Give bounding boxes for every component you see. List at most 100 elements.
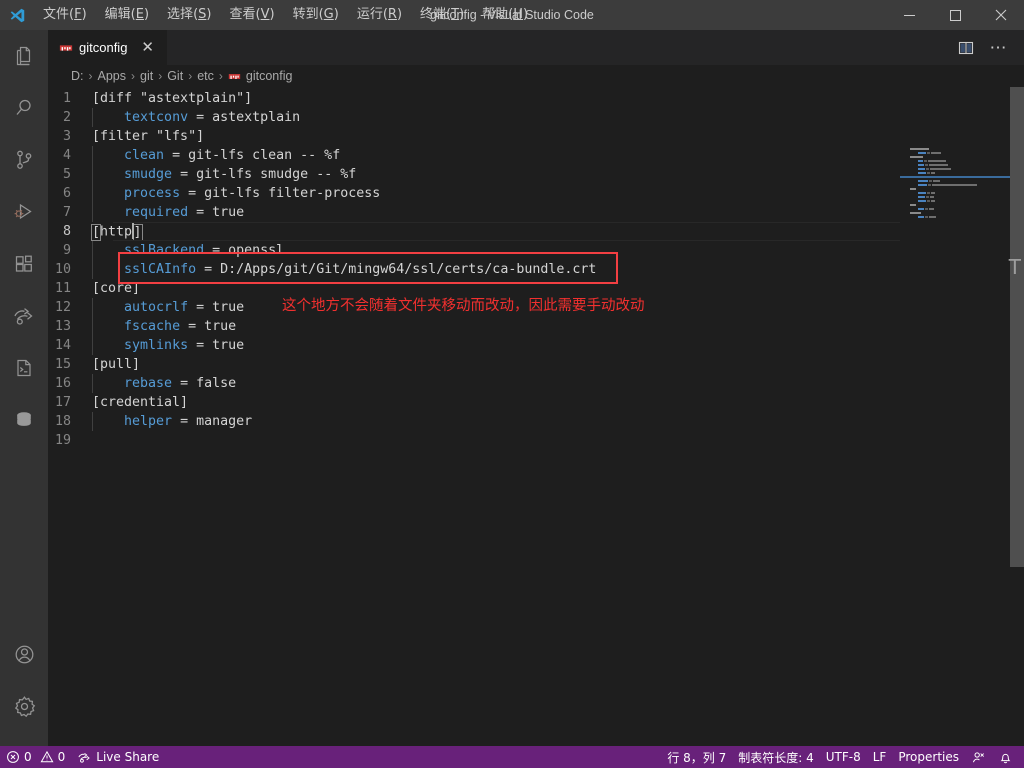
code-line[interactable]: 4 clean = git-lfs clean -- %f [48,146,1024,165]
code-line[interactable]: 14 symlinks = true [48,336,1024,355]
breadcrumb-separator-icon: › [188,69,193,83]
code-line[interactable]: 15 [pull] [48,355,1024,374]
code-line[interactable]: 16 rebase = false [48,374,1024,393]
breadcrumb-separator-icon: › [131,69,135,83]
menu-file[interactable]: 文件(F) [34,0,96,30]
breadcrumb-item-gitconfig[interactable]: gitconfig [226,69,295,83]
line-number: 19 [54,433,71,448]
close-button[interactable] [978,0,1024,30]
breadcrumb-item-apps[interactable]: Apps [96,69,129,83]
config-value: openssl [228,243,285,258]
minimap-token [931,191,935,194]
code-line[interactable]: 7 required = true [48,203,1024,222]
activity-settings[interactable] [0,680,48,732]
breadcrumb[interactable]: D: › Apps › git › Git › etc › gitconfig [48,65,1024,87]
minimap-token [926,195,929,198]
activity-live-share[interactable] [0,290,48,342]
code-line[interactable]: 17 [credential] [48,393,1024,412]
scrollbar-thumb[interactable] [1010,87,1024,567]
minimap-token [926,167,929,170]
code-line[interactable]: 10 sslCAInfo = D:/Apps/git/Git/mingw64/s… [48,260,1024,279]
editor-vertical-scrollbar[interactable] [1010,87,1024,746]
code-line[interactable]: 9 sslBackend = openssl [48,241,1024,260]
code-line[interactable]: 5 smudge = git-lfs smudge -- %f [48,165,1024,184]
split-editor-icon[interactable] [952,34,980,62]
menu-terminal[interactable]: 终端(T) [411,0,473,30]
code-line[interactable]: 2 textconv = astextplain [48,108,1024,127]
config-equals: = [164,148,189,163]
status-language-mode[interactable]: Properties [892,746,965,768]
code-line[interactable]: 19 [48,431,1024,450]
bell-icon[interactable] [992,746,1024,768]
code-line[interactable]: 3 [filter "lfs"] [48,127,1024,146]
menu-run[interactable]: 运行(R) [348,0,411,30]
minimap-line [910,207,1010,210]
line-number: 9 [62,243,71,258]
minimize-button[interactable] [886,0,932,30]
minimap-token [929,207,934,210]
editor-area: gitconfig ✕ ⋯ D: › Apps › git › Git › et… [48,30,1024,746]
code-editor[interactable]: 1 [diff "astextplain"] 2 textconv = astext… [48,87,1024,746]
config-equals: = [180,319,205,334]
minimap-token [931,171,935,174]
code-line-text: sslBackend = openssl [92,241,1024,260]
minimap-token [927,199,930,202]
indent-guide [92,374,93,393]
code-line[interactable]: 1 [diff "astextplain"] [48,89,1024,108]
activity-database[interactable] [0,394,48,446]
breadcrumb-item-etc[interactable]: etc [195,69,216,83]
config-key: sslBackend [124,243,205,258]
matching-bracket: [ [90,223,102,241]
minimap-line [910,171,1010,174]
config-value: git-lfs clean -- %f [188,148,341,163]
code-content[interactable]: 1 [diff "astextplain"] 2 textconv = astext… [48,87,1024,746]
code-line[interactable]: 6 process = git-lfs filter-process [48,184,1024,203]
editor-tab-close-icon[interactable]: ✕ [139,40,156,55]
activity-account[interactable] [0,628,48,680]
menu-view[interactable]: 查看(V) [220,0,283,30]
status-encoding[interactable]: UTF-8 [820,746,867,768]
status-live-share[interactable]: Live Share [71,746,165,768]
activity-extensions[interactable] [0,238,48,290]
menu-edit[interactable]: 编辑(E) [96,0,158,30]
breadcrumb-item-git[interactable]: Git [165,69,185,83]
code-line[interactable]: 8 [http] [48,222,1024,241]
code-line-text: [pull] [92,357,1024,372]
indent-guide [92,203,93,222]
breadcrumb-item-d[interactable]: D: [69,69,86,83]
minimap-token [929,215,936,218]
menu-help[interactable]: 帮助(H) [473,0,537,30]
code-line[interactable]: 13 fscache = true [48,317,1024,336]
code-line-text: smudge = git-lfs smudge -- %f [92,165,1024,184]
menu-bar[interactable]: 文件(F) 编辑(E) 选择(S) 查看(V) 转到(G) 运行(R) 终端(T) 帮助(H) [34,0,537,30]
breadcrumb-item-git[interactable]: git [138,69,155,83]
minimap-line [910,183,1010,186]
code-line[interactable]: 18 helper = manager [48,412,1024,431]
minimap[interactable] [900,87,1010,746]
config-value: true [212,338,245,353]
maximize-button[interactable] [932,0,978,30]
menu-selection[interactable]: 选择(S) [158,0,220,30]
activity-terminal[interactable] [0,342,48,394]
indent-guide [92,165,93,184]
activity-source-control[interactable] [0,134,48,186]
status-tab-size[interactable]: 制表符长度: 4 [732,746,820,768]
minimap-line [910,199,1010,202]
activity-search[interactable] [0,82,48,134]
status-cursor-position[interactable]: 行 8，列 7 [661,746,732,768]
editor-actions: ⋯ [952,30,1024,65]
status-problems[interactable]: 0 0 [0,746,71,768]
activity-explorer[interactable] [0,30,48,82]
feedback-icon[interactable] [965,746,992,768]
minimap-token [918,163,924,166]
more-actions-icon[interactable]: ⋯ [984,34,1012,62]
menu-go[interactable]: 转到(G) [284,0,348,30]
code-line-text: clean = git-lfs clean -- %f [92,146,1024,165]
config-key: rebase [124,376,173,391]
activity-run-debug[interactable] [0,186,48,238]
editor-tab-gitconfig[interactable]: gitconfig ✕ [48,30,168,65]
status-eol[interactable]: LF [867,746,893,768]
vscode-window: 文件(F) 编辑(E) 选择(S) 查看(V) 转到(G) 运行(R) 终端(T) 帮助(H)… [0,0,1024,768]
